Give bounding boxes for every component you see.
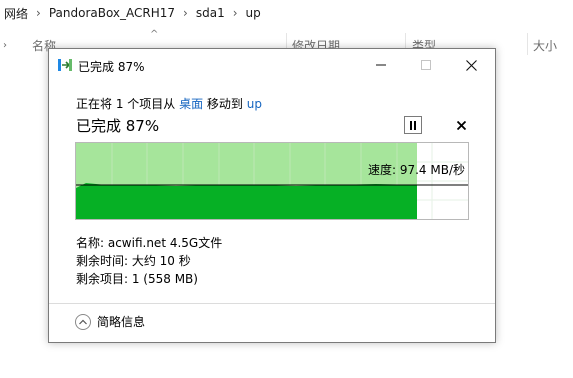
move-file-icon (58, 59, 72, 71)
breadcrumb-network[interactable]: 网络 (0, 5, 32, 22)
detail-time-remaining: 剩余时间: 大约 10 秒 (76, 254, 191, 268)
column-divider[interactable] (527, 33, 528, 55)
detail-items-remaining: 剩余项目: 1 (558 MB) (76, 272, 198, 286)
breadcrumb-up[interactable]: up (242, 6, 265, 20)
maximize-button[interactable] (404, 49, 448, 81)
minimize-icon (376, 64, 386, 66)
move-progress-dialog: 已完成 87% 正在将 1 个项目从 桌面 移动到 up 已完成 87% 速度:… (48, 48, 496, 343)
column-size[interactable]: 大小 (533, 37, 557, 54)
close-icon (465, 59, 477, 71)
fewer-details-label: 简略信息 (97, 315, 146, 329)
maximize-icon (421, 60, 431, 70)
footer-divider (49, 303, 495, 304)
operation-middle: 移动到 (203, 97, 247, 111)
title-bar[interactable]: 已完成 87% (49, 49, 495, 81)
breadcrumb-separator-icon: › (183, 6, 188, 20)
speed-area (76, 183, 417, 219)
breadcrumb-router[interactable]: PandoraBox_ACRH17 (45, 6, 179, 20)
progress-status: 已完成 87% (76, 117, 160, 135)
dialog-title: 已完成 87% (78, 60, 145, 74)
speed-label: 速度: 97.4 MB/秒 (367, 163, 465, 177)
breadcrumb-separator-icon: › (36, 6, 41, 20)
sort-up-icon: ^ (150, 29, 159, 40)
operation-prefix: 正在将 1 个项目从 (76, 97, 180, 111)
chevron-up-circle-icon (75, 313, 91, 330)
cancel-icon (456, 120, 466, 130)
destination-link[interactable]: up (247, 97, 262, 111)
pause-icon (410, 120, 416, 130)
breadcrumb-separator-icon: › (232, 6, 238, 20)
operation-description: 正在将 1 个项目从 桌面 移动到 up (76, 95, 262, 112)
source-link[interactable]: 桌面 (179, 97, 203, 111)
transfer-speed-graph: 速度: 97.4 MB/秒 (75, 142, 469, 220)
pause-button[interactable] (404, 116, 422, 134)
breadcrumb-sda1[interactable]: sda1 (192, 6, 229, 20)
detail-filename: 名称: acwifi.net 4.5G文件 (76, 236, 223, 250)
transfer-details: 名称: acwifi.net 4.5G文件 剩余时间: 大约 10 秒 剩余项目… (76, 234, 222, 288)
close-button[interactable] (449, 49, 493, 81)
cancel-button[interactable] (451, 115, 471, 135)
minimize-button[interactable] (359, 49, 403, 81)
address-bar[interactable]: 网络 › PandoraBox_ACRH17 › sda1 › up (0, 0, 573, 26)
fewer-details-toggle[interactable]: 简略信息 (75, 313, 145, 330)
speed-graph-canvas (76, 143, 468, 219)
